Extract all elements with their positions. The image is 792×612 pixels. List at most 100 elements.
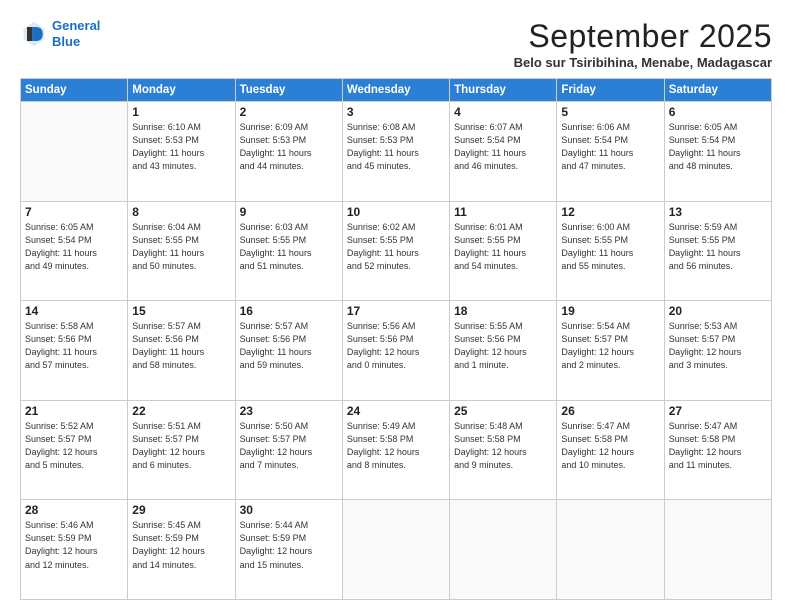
- day-number: 2: [240, 105, 338, 119]
- logo: General Blue: [20, 18, 100, 49]
- table-row: 12 Sunrise: 6:00 AM Sunset: 5:55 PM Dayli…: [557, 201, 664, 301]
- day-number: 16: [240, 304, 338, 318]
- day-number: 6: [669, 105, 767, 119]
- table-row: 19 Sunrise: 5:54 AM Sunset: 5:57 PM Dayli…: [557, 301, 664, 401]
- table-row: 4 Sunrise: 6:07 AM Sunset: 5:54 PM Daylig…: [450, 102, 557, 202]
- day-info: Sunrise: 5:54 AM Sunset: 5:57 PM Dayligh…: [561, 320, 659, 372]
- table-row: 2 Sunrise: 6:09 AM Sunset: 5:53 PM Daylig…: [235, 102, 342, 202]
- day-number: 5: [561, 105, 659, 119]
- table-row: 20Sunrise: 5:53 AM Sunset: 5:57 PM Dayli…: [664, 301, 771, 401]
- table-row: 10Sunrise: 6:02 AM Sunset: 5:55 PM Dayli…: [342, 201, 449, 301]
- day-number: 15: [132, 304, 230, 318]
- title-block: September 2025 Belo sur Tsiribihina, Men…: [514, 18, 772, 70]
- table-row: 14 Sunrise: 5:58 AM Sunset: 5:56 PM Dayli…: [21, 301, 128, 401]
- calendar-week-1: 1 Sunrise: 6:10 AM Sunset: 5:53 PM Daylig…: [21, 102, 772, 202]
- col-tuesday: Tuesday: [235, 79, 342, 102]
- col-thursday: Thursday: [450, 79, 557, 102]
- day-number: 30: [240, 503, 338, 517]
- day-number: 18: [454, 304, 552, 318]
- table-row: 17 Sunrise: 5:56 AM Sunset: 5:56 PM Dayli…: [342, 301, 449, 401]
- logo-text: General Blue: [52, 18, 100, 49]
- day-info: Sunrise: 5:52 AM Sunset: 5:57 PM Dayligh…: [25, 420, 123, 472]
- table-row: 18 Sunrise: 5:55 AM Sunset: 5:56 PM Dayli…: [450, 301, 557, 401]
- table-row: 16 Sunrise: 5:57 AM Sunset: 5:56 PM Dayli…: [235, 301, 342, 401]
- day-info: Sunrise: 6:09 AM Sunset: 5:53 PM Dayligh…: [240, 121, 338, 173]
- logo-icon: [20, 20, 48, 48]
- table-row: 25 Sunrise: 5:48 AM Sunset: 5:58 PM Dayli…: [450, 400, 557, 500]
- day-info: Sunrise: 6:05 AM Sunset: 5:54 PM Dayligh…: [669, 121, 767, 173]
- day-number: 13: [669, 205, 767, 219]
- table-row: 6 Sunrise: 6:05 AM Sunset: 5:54 PM Daylig…: [664, 102, 771, 202]
- day-info: Sunrise: 6:00 AM Sunset: 5:55 PM Dayligh…: [561, 221, 659, 273]
- day-info: Sunrise: 5:50 AM Sunset: 5:57 PM Dayligh…: [240, 420, 338, 472]
- table-row: 7 Sunrise: 6:05 AM Sunset: 5:54 PM Daylig…: [21, 201, 128, 301]
- day-number: 1: [132, 105, 230, 119]
- day-number: 20: [669, 304, 767, 318]
- day-info: Sunrise: 5:45 AM Sunset: 5:59 PM Dayligh…: [132, 519, 230, 571]
- day-number: 21: [25, 404, 123, 418]
- day-number: 4: [454, 105, 552, 119]
- header-row: Sunday Monday Tuesday Wednesday Thursday…: [21, 79, 772, 102]
- page: General Blue September 2025 Belo sur Tsi…: [0, 0, 792, 612]
- day-info: Sunrise: 5:57 AM Sunset: 5:56 PM Dayligh…: [132, 320, 230, 372]
- table-row: 1 Sunrise: 6:10 AM Sunset: 5:53 PM Daylig…: [128, 102, 235, 202]
- day-number: 24: [347, 404, 445, 418]
- day-info: Sunrise: 5:48 AM Sunset: 5:58 PM Dayligh…: [454, 420, 552, 472]
- table-row: 9 Sunrise: 6:03 AM Sunset: 5:55 PM Daylig…: [235, 201, 342, 301]
- day-info: Sunrise: 6:05 AM Sunset: 5:54 PM Dayligh…: [25, 221, 123, 273]
- header: General Blue September 2025 Belo sur Tsi…: [20, 18, 772, 70]
- day-number: 25: [454, 404, 552, 418]
- day-info: Sunrise: 6:06 AM Sunset: 5:54 PM Dayligh…: [561, 121, 659, 173]
- day-number: 22: [132, 404, 230, 418]
- day-number: 26: [561, 404, 659, 418]
- col-sunday: Sunday: [21, 79, 128, 102]
- table-row: 27Sunrise: 5:47 AM Sunset: 5:58 PM Dayli…: [664, 400, 771, 500]
- col-saturday: Saturday: [664, 79, 771, 102]
- table-row: 3Sunrise: 6:08 AM Sunset: 5:53 PM Daylig…: [342, 102, 449, 202]
- day-number: 17: [347, 304, 445, 318]
- table-row: 28Sunrise: 5:46 AM Sunset: 5:59 PM Dayli…: [21, 500, 128, 600]
- day-info: Sunrise: 5:58 AM Sunset: 5:56 PM Dayligh…: [25, 320, 123, 372]
- day-info: Sunrise: 5:47 AM Sunset: 5:58 PM Dayligh…: [561, 420, 659, 472]
- day-info: Sunrise: 5:44 AM Sunset: 5:59 PM Dayligh…: [240, 519, 338, 571]
- day-info: Sunrise: 5:59 AM Sunset: 5:55 PM Dayligh…: [669, 221, 767, 273]
- day-number: 8: [132, 205, 230, 219]
- day-number: 23: [240, 404, 338, 418]
- month-title: September 2025: [514, 18, 772, 55]
- calendar-table: Sunday Monday Tuesday Wednesday Thursday…: [20, 78, 772, 600]
- day-info: Sunrise: 6:03 AM Sunset: 5:55 PM Dayligh…: [240, 221, 338, 273]
- day-number: 28: [25, 503, 123, 517]
- calendar-week-5: 28Sunrise: 5:46 AM Sunset: 5:59 PM Dayli…: [21, 500, 772, 600]
- col-friday: Friday: [557, 79, 664, 102]
- col-wednesday: Wednesday: [342, 79, 449, 102]
- table-row: [450, 500, 557, 600]
- table-row: [21, 102, 128, 202]
- table-row: 21 Sunrise: 5:52 AM Sunset: 5:57 PM Dayli…: [21, 400, 128, 500]
- day-number: 9: [240, 205, 338, 219]
- table-row: 29 Sunrise: 5:45 AM Sunset: 5:59 PM Dayli…: [128, 500, 235, 600]
- table-row: [664, 500, 771, 600]
- day-info: Sunrise: 6:07 AM Sunset: 5:54 PM Dayligh…: [454, 121, 552, 173]
- calendar-week-4: 21 Sunrise: 5:52 AM Sunset: 5:57 PM Dayli…: [21, 400, 772, 500]
- day-number: 29: [132, 503, 230, 517]
- day-number: 7: [25, 205, 123, 219]
- col-monday: Monday: [128, 79, 235, 102]
- day-info: Sunrise: 5:47 AM Sunset: 5:58 PM Dayligh…: [669, 420, 767, 472]
- table-row: 30 Sunrise: 5:44 AM Sunset: 5:59 PM Dayli…: [235, 500, 342, 600]
- day-info: Sunrise: 5:55 AM Sunset: 5:56 PM Dayligh…: [454, 320, 552, 372]
- location: Belo sur Tsiribihina, Menabe, Madagascar: [514, 55, 772, 70]
- day-number: 10: [347, 205, 445, 219]
- day-number: 11: [454, 205, 552, 219]
- table-row: 15 Sunrise: 5:57 AM Sunset: 5:56 PM Dayli…: [128, 301, 235, 401]
- table-row: 8 Sunrise: 6:04 AM Sunset: 5:55 PM Daylig…: [128, 201, 235, 301]
- day-info: Sunrise: 6:04 AM Sunset: 5:55 PM Dayligh…: [132, 221, 230, 273]
- day-number: 19: [561, 304, 659, 318]
- table-row: 13 Sunrise: 5:59 AM Sunset: 5:55 PM Dayli…: [664, 201, 771, 301]
- day-number: 12: [561, 205, 659, 219]
- day-number: 14: [25, 304, 123, 318]
- day-info: Sunrise: 5:56 AM Sunset: 5:56 PM Dayligh…: [347, 320, 445, 372]
- day-info: Sunrise: 6:10 AM Sunset: 5:53 PM Dayligh…: [132, 121, 230, 173]
- day-info: Sunrise: 5:57 AM Sunset: 5:56 PM Dayligh…: [240, 320, 338, 372]
- calendar-week-2: 7 Sunrise: 6:05 AM Sunset: 5:54 PM Daylig…: [21, 201, 772, 301]
- table-row: 26 Sunrise: 5:47 AM Sunset: 5:58 PM Dayli…: [557, 400, 664, 500]
